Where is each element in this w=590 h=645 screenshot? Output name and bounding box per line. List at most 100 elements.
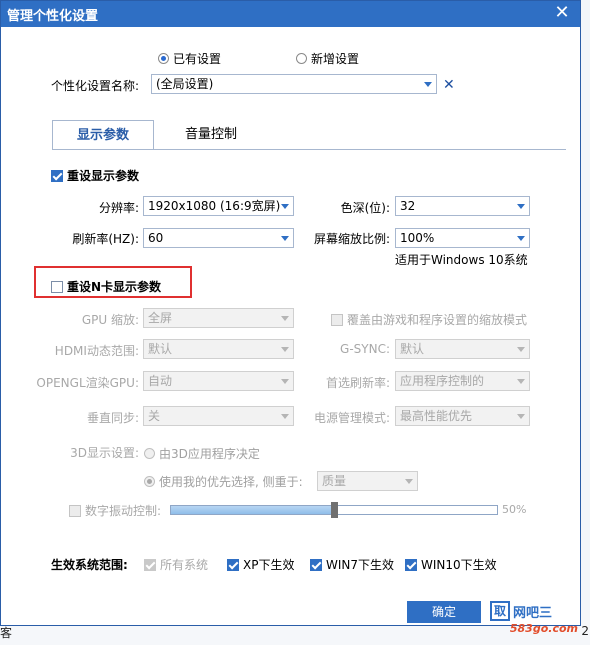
color-depth-label: 色深(位): xyxy=(340,201,390,215)
gpu-scaling-label: GPU 缩放: xyxy=(81,313,139,327)
refresh-rate-label: 刷新率(HZ): xyxy=(72,232,139,246)
reset-display-checkbox[interactable]: 重设显示参数 xyxy=(51,167,139,184)
gpu-scaling-value: 全屏 xyxy=(148,311,173,325)
watermark-site: 583go.com xyxy=(509,622,578,635)
scope-win10-label: WIN10下生效 xyxy=(421,558,497,572)
chevron-down-icon xyxy=(517,204,525,209)
checkbox-box xyxy=(69,504,81,517)
dialog-title: 管理个性化设置 xyxy=(7,9,99,24)
close-icon[interactable]: ✕ xyxy=(552,3,572,23)
cancel-button[interactable]: 取 xyxy=(490,601,510,621)
slider-thumb[interactable] xyxy=(331,502,338,518)
background-fragment: 2 xyxy=(581,624,589,638)
resolution-label: 分辨率: xyxy=(98,201,139,215)
delete-profile-icon[interactable]: ✕ xyxy=(443,77,455,93)
checkbox-box xyxy=(227,558,239,571)
opengl-gpu-value: 自动 xyxy=(148,374,173,388)
chevron-down-icon xyxy=(281,236,289,241)
scope-win10-checkbox[interactable]: WIN10下生效 xyxy=(405,556,497,573)
scope-win7-checkbox[interactable]: WIN7下生效 xyxy=(310,556,394,573)
tab-display-params[interactable]: 显示参数 xyxy=(52,120,154,150)
radio-3d-app-label: 由3D应用程序决定 xyxy=(159,447,260,461)
radio-dot xyxy=(144,448,155,459)
scope-label: 生效系统范围: xyxy=(51,558,128,572)
radio-3d-app-decides[interactable]: 由3D应用程序决定 xyxy=(144,445,260,462)
chevron-down-icon xyxy=(517,414,525,419)
override-scaling-checkbox[interactable]: 覆盖由游戏和程序设置的缩放模式 xyxy=(331,311,527,328)
radio-existing-settings[interactable]: 已有设置 xyxy=(158,50,221,67)
tab-divider xyxy=(52,149,566,150)
profile-name-label: 个性化设置名称: xyxy=(51,79,140,93)
screen-scale-select[interactable]: 100% xyxy=(395,228,530,248)
chevron-down-icon xyxy=(281,379,289,384)
windows10-note: 适用于Windows 10系统 xyxy=(395,253,528,267)
personalization-dialog: 管理个性化设置 ✕ 已有设置 新增设置 个性化设置名称: (全局设置) ✕ 显示… xyxy=(0,0,581,626)
vsync-select[interactable]: 关 xyxy=(143,406,294,426)
checkbox-box xyxy=(331,313,343,326)
power-mode-select[interactable]: 最高性能优先 xyxy=(395,406,530,426)
digital-vibrance-slider[interactable] xyxy=(170,502,498,518)
dialog-titlebar: 管理个性化设置 ✕ xyxy=(1,1,580,27)
scope-xp-checkbox[interactable]: XP下生效 xyxy=(227,556,294,573)
digital-vibrance-checkbox[interactable]: 数字振动控制: xyxy=(69,502,161,519)
chevron-down-icon xyxy=(517,379,525,384)
override-scaling-label: 覆盖由游戏和程序设置的缩放模式 xyxy=(347,313,528,327)
refresh-rate-value: 60 xyxy=(148,231,164,245)
hdmi-range-label: HDMI动态范围: xyxy=(54,344,139,358)
digital-vibrance-label: 数字振动控制: xyxy=(85,504,162,518)
radio-new-settings[interactable]: 新增设置 xyxy=(296,50,359,67)
radio-3d-my-preference[interactable]: 使用我的优先选择, 侧重于: xyxy=(144,473,303,490)
radio-3d-mine-label: 使用我的优先选择, 侧重于: xyxy=(159,475,303,489)
resolution-select[interactable]: 1920x1080 (16:9宽屏) xyxy=(143,196,294,216)
chevron-down-icon xyxy=(517,347,525,352)
power-mode-label: 电源管理模式: xyxy=(313,411,390,425)
3d-focus-select[interactable]: 质量 xyxy=(317,471,418,491)
scope-xp-label: XP下生效 xyxy=(243,558,295,572)
slider-fill xyxy=(171,506,334,514)
tab-volume-control[interactable]: 音量控制 xyxy=(161,120,261,150)
vsync-value: 关 xyxy=(148,409,161,423)
3d-settings-label: 3D显示设置: xyxy=(70,446,139,460)
radio-existing-label: 已有设置 xyxy=(173,52,222,66)
gsync-select[interactable]: 默认 xyxy=(395,339,530,359)
chevron-down-icon xyxy=(405,479,413,484)
gsync-label: G-SYNC: xyxy=(340,342,390,356)
scope-win7-label: WIN7下生效 xyxy=(326,558,395,572)
radio-dot xyxy=(158,53,169,64)
watermark-logo-text: 网吧三 xyxy=(513,605,553,621)
hdmi-range-value: 默认 xyxy=(148,342,173,356)
digital-vibrance-value: 50% xyxy=(502,503,527,516)
radio-new-label: 新增设置 xyxy=(311,52,360,66)
checkbox-box xyxy=(405,558,417,571)
opengl-gpu-select[interactable]: 自动 xyxy=(143,371,294,391)
chevron-down-icon xyxy=(281,414,289,419)
hdmi-range-select[interactable]: 默认 xyxy=(143,339,294,359)
ok-button[interactable]: 确定 xyxy=(407,601,481,623)
color-depth-value: 32 xyxy=(400,199,416,213)
background-app-right-strip xyxy=(580,0,590,645)
checkbox-box xyxy=(144,558,156,571)
radio-dot xyxy=(144,476,155,487)
preferred-refresh-select[interactable]: 应用程序控制的 xyxy=(395,371,530,391)
scope-all-systems-checkbox[interactable]: 所有系统 xyxy=(144,556,208,573)
profile-name-value: (全局设置) xyxy=(156,77,214,91)
checkbox-box xyxy=(51,280,63,293)
chevron-down-icon xyxy=(281,347,289,352)
chevron-down-icon xyxy=(517,236,525,241)
color-depth-select[interactable]: 32 xyxy=(395,196,530,216)
preferred-refresh-value: 应用程序控制的 xyxy=(400,374,485,388)
reset-nvidia-label: 重设N卡显示参数 xyxy=(67,280,162,294)
screen-scale-value: 100% xyxy=(400,231,435,245)
background-fragment: 客 xyxy=(0,626,13,640)
radio-dot xyxy=(296,53,307,64)
reset-nvidia-checkbox[interactable]: 重设N卡显示参数 xyxy=(51,278,161,295)
checkbox-box xyxy=(51,169,63,182)
reset-display-label: 重设显示参数 xyxy=(67,169,140,183)
preferred-refresh-label: 首选刷新率: xyxy=(325,376,390,390)
screen-scale-label: 屏幕缩放比例: xyxy=(313,232,390,246)
refresh-rate-select[interactable]: 60 xyxy=(143,228,294,248)
profile-name-select[interactable]: (全局设置) xyxy=(151,74,437,94)
chevron-down-icon xyxy=(424,82,432,87)
vsync-label: 垂直同步: xyxy=(86,411,139,425)
gpu-scaling-select[interactable]: 全屏 xyxy=(143,308,294,328)
